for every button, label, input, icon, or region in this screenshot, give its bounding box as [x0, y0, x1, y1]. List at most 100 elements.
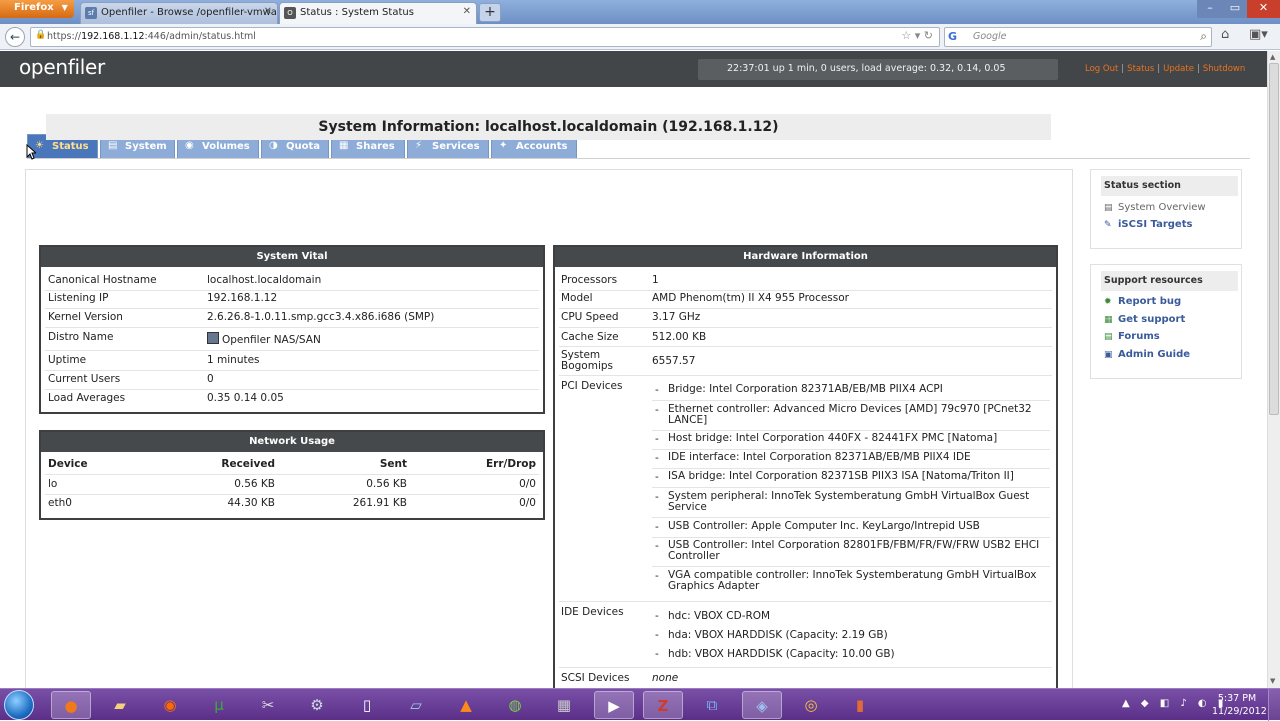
- scsi-devices-value: none: [652, 672, 679, 684]
- firefox-menu-button[interactable]: Firefox ▼: [0, 0, 74, 18]
- search-input[interactable]: G Google ⌕: [944, 27, 1212, 47]
- notepad-taskbar-icon[interactable]: ▱: [396, 691, 436, 719]
- page-title: System Information: localhost.localdomai…: [46, 114, 1051, 140]
- table-cell: lo: [48, 478, 58, 490]
- row-divider: [652, 449, 1050, 450]
- bullet-dash: -: [655, 433, 659, 445]
- chrome-taskbar-icon[interactable]: ◎: [791, 691, 831, 719]
- pci-device-item: IDE interface: Intel Corporation 82371AB…: [668, 451, 971, 463]
- tools-taskbar-icon[interactable]: ✂: [248, 691, 288, 719]
- book-icon: ▣: [1104, 350, 1113, 360]
- back-button[interactable]: ←: [5, 27, 25, 47]
- row-divider: [652, 468, 1050, 469]
- row-divider: [652, 566, 1050, 567]
- steam-taskbar-icon[interactable]: ⚙: [297, 691, 337, 719]
- page-scrollbar[interactable]: ▲ ▼: [1267, 51, 1280, 688]
- bookmark-star-icon[interactable]: ☆ ▾ ↻: [901, 29, 933, 42]
- vlc-taskbar-icon[interactable]: ▲: [446, 691, 486, 719]
- explorer-taskbar-icon[interactable]: ▰: [100, 691, 140, 719]
- filezilla-taskbar-icon[interactable]: Z: [643, 691, 683, 719]
- admin-guide-link[interactable]: ▣ Admin Guide: [1104, 349, 1190, 360]
- calculator-taskbar-icon[interactable]: ▦: [544, 691, 584, 719]
- close-tab-icon[interactable]: ✕: [463, 6, 471, 17]
- row-label: Kernel Version: [48, 311, 123, 323]
- document-taskbar-icon[interactable]: ▯: [347, 691, 387, 719]
- logout-link[interactable]: Log Out: [1085, 64, 1118, 74]
- column-header: Err/Drop: [486, 458, 536, 470]
- url-bar[interactable]: 🔒 https://192.168.1.12:446/admin/status.…: [30, 27, 940, 47]
- table-cell: 0/0: [519, 478, 536, 490]
- iscsi-targets-link[interactable]: ✎ iSCSI Targets: [1104, 219, 1192, 230]
- spotify-taskbar-icon[interactable]: ◍: [495, 691, 535, 719]
- ide-device-item: hda: VBOX HARDDISK (Capacity: 2.19 GB): [668, 629, 888, 641]
- openfiler-logo[interactable]: openfiler: [19, 55, 105, 79]
- support-resources-box: Support resources ✹ Report bug ▦ Get suppo…: [1090, 264, 1242, 379]
- openfiler-icon: O: [284, 7, 296, 19]
- wrench-icon: ✎: [1104, 220, 1112, 230]
- status-icon: ☀: [35, 140, 44, 151]
- column-header: Sent: [379, 458, 407, 470]
- panel-header: Network Usage: [41, 432, 543, 452]
- row-label: Current Users: [48, 373, 121, 385]
- quota-icon: ◑: [269, 140, 278, 151]
- remote-desktop-taskbar-icon[interactable]: ⧉: [692, 691, 732, 719]
- distro-icon: [207, 332, 219, 344]
- bullet-dash: -: [655, 404, 659, 416]
- system-clock[interactable]: 5:37 PM 11/29/2012: [1212, 692, 1267, 718]
- close-tab-icon[interactable]: ✕: [264, 6, 272, 17]
- browser-navbar: ← 🔒 https://192.168.1.12:446/admin/statu…: [0, 24, 1280, 50]
- scrollbar-thumb[interactable]: [1269, 63, 1279, 415]
- bullet-dash: -: [655, 521, 659, 533]
- row-label: Canonical Hostname: [48, 274, 157, 286]
- browser-tab-status[interactable]: O Status : System Status ✕: [279, 2, 477, 24]
- update-link[interactable]: Update: [1163, 64, 1194, 74]
- show-desktop-button[interactable]: [1268, 689, 1280, 721]
- table-cell: 0/0: [519, 497, 536, 509]
- media-player-taskbar-icon[interactable]: ◉: [150, 691, 190, 719]
- start-button[interactable]: [4, 690, 34, 720]
- menu-icon[interactable]: ▣▾: [1249, 27, 1268, 42]
- maximize-button[interactable]: ▭: [1223, 0, 1247, 18]
- row-divider: [652, 487, 1050, 488]
- row-value: 2.6.26.8-1.0.11.smp.gcc3.4.x86.i686 (SMP…: [207, 311, 435, 323]
- row-divider: [652, 537, 1050, 538]
- forums-link[interactable]: ▤ Forums: [1104, 331, 1160, 342]
- support-icon: ▦: [1104, 315, 1113, 325]
- section-title: Support resources: [1101, 271, 1238, 291]
- pci-device-item: System peripheral: InnoTek Systemberatun…: [668, 490, 1030, 513]
- bullet-dash: -: [655, 384, 659, 396]
- row-value: localhost.localdomain: [207, 274, 322, 286]
- browser-tab-browse[interactable]: sf Openfiler - Browse /openfiler-vmwar..…: [80, 2, 278, 24]
- bullet-dash: -: [655, 471, 659, 483]
- scroll-up-arrow[interactable]: ▲: [1270, 53, 1275, 61]
- row-label: Cache Size: [561, 331, 619, 343]
- minimize-button[interactable]: –: [1197, 0, 1223, 18]
- search-icon[interactable]: ⌕: [1200, 29, 1207, 44]
- get-support-link[interactable]: ▦ Get support: [1104, 314, 1185, 325]
- tab-title: Status : System Status: [300, 7, 414, 18]
- status-link[interactable]: Status: [1127, 64, 1154, 74]
- report-bug-link[interactable]: ✹ Report bug: [1104, 296, 1181, 307]
- scsi-devices-label: SCSI Devices: [561, 672, 630, 684]
- home-icon[interactable]: ⌂: [1221, 27, 1229, 42]
- scroll-down-arrow[interactable]: ▼: [1270, 677, 1275, 685]
- row-value: 1: [652, 274, 659, 286]
- shutdown-link[interactable]: Shutdown: [1203, 64, 1245, 74]
- utorrent-taskbar-icon[interactable]: µ: [199, 691, 239, 719]
- row-value: 1 minutes: [207, 354, 260, 366]
- virtualbox-taskbar-icon[interactable]: ◈: [742, 691, 782, 719]
- close-window-button[interactable]: ✕: [1247, 0, 1280, 18]
- app-taskbar-icon[interactable]: ▮: [840, 691, 880, 719]
- new-tab-button[interactable]: +: [479, 3, 501, 22]
- ide-device-item: hdb: VBOX HARDDISK (Capacity: 10.00 GB): [668, 648, 895, 660]
- row-value: Openfiler NAS/SAN: [207, 332, 321, 346]
- section-title: Status section: [1101, 176, 1238, 196]
- browser-titlebar: Firefox ▼ sf Openfiler - Browse /openfile…: [0, 0, 1280, 24]
- row-divider: [652, 517, 1050, 518]
- firefox-taskbar-icon[interactable]: ●: [51, 691, 91, 719]
- row-label: Distro Name: [48, 331, 114, 343]
- ide-device-item: hdc: VBOX CD-ROM: [668, 610, 771, 622]
- system-overview-link[interactable]: ▤ System Overview: [1104, 202, 1206, 213]
- openfiler-header: openfiler 22:37:01 up 1 min, 0 users, lo…: [0, 51, 1267, 87]
- video-taskbar-icon[interactable]: ▶: [594, 691, 634, 719]
